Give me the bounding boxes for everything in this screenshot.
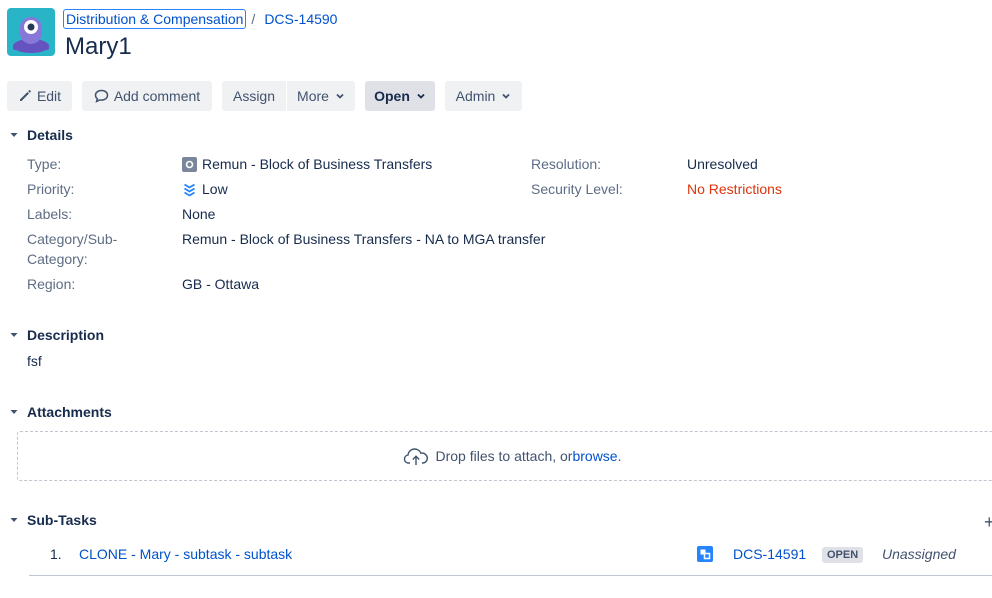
- category-label: Category/Sub- Category:: [27, 229, 117, 269]
- type-label: Type:: [27, 156, 62, 172]
- subtask-key-link[interactable]: DCS-14591: [733, 544, 806, 564]
- details-heading: Details: [27, 127, 73, 143]
- add-subtask-button[interactable]: +: [984, 512, 992, 532]
- labels-label: Labels:: [27, 206, 73, 222]
- priority-value-text: Low: [202, 181, 228, 197]
- drop-zone-text: Drop files to attach, or: [435, 448, 573, 464]
- cloud-upload-icon: [403, 448, 428, 465]
- chevron-down-icon: [502, 93, 510, 99]
- subtask-summary-link[interactable]: CLONE - Mary - subtask - subtask: [79, 544, 292, 564]
- category-label-line-2: Category:: [27, 251, 88, 267]
- region-value: GB - Ottawa: [182, 276, 260, 292]
- issue-type-icon: [182, 156, 197, 172]
- project-avatar-icon: [13, 17, 49, 53]
- security-level-label: Security Level:: [531, 181, 623, 197]
- add-comment-button[interactable]: Add comment: [82, 81, 212, 111]
- description-text[interactable]: fsf: [27, 351, 42, 371]
- subtasks-section-toggle[interactable]: Sub-Tasks: [7, 512, 97, 528]
- priority-low-icon: [182, 182, 197, 197]
- chevron-down-icon: [336, 93, 344, 99]
- breadcrumb-project-link[interactable]: Distribution & Compensation: [63, 8, 247, 29]
- edit-button-label: Edit: [36, 88, 62, 104]
- more-button[interactable]: More: [287, 81, 355, 111]
- subtask-status-badge[interactable]: OPEN: [822, 547, 864, 563]
- type-value-text: Remun - Block of Business Transfers: [202, 156, 433, 172]
- priority-value: Low: [182, 179, 228, 199]
- admin-button-label: Admin: [455, 88, 496, 104]
- chevron-down-icon: [417, 93, 425, 99]
- security-level-value: No Restrictions: [687, 181, 782, 197]
- more-button-label: More: [297, 88, 329, 104]
- status-open-button[interactable]: Open: [365, 81, 435, 111]
- chevron-down-icon: [7, 128, 21, 142]
- chevron-down-icon: [7, 513, 21, 527]
- resolution-label: Resolution:: [531, 156, 602, 172]
- details-section-toggle[interactable]: Details: [7, 127, 73, 143]
- priority-label: Priority:: [27, 181, 75, 197]
- type-value: Remun - Block of Business Transfers: [182, 154, 432, 174]
- assign-button[interactable]: Assign: [222, 81, 286, 111]
- attachments-heading: Attachments: [27, 404, 112, 420]
- pencil-icon: [19, 90, 31, 101]
- chevron-down-icon: [7, 405, 21, 419]
- breadcrumb-separator: /: [251, 10, 256, 27]
- issue-summary: Mary1: [65, 33, 132, 60]
- labels-value: None: [182, 206, 216, 222]
- chevron-down-icon: [7, 328, 21, 342]
- breadcrumb: Distribution & Compensation / DCS-14590: [63, 8, 337, 29]
- description-section-toggle[interactable]: Description: [7, 327, 104, 343]
- attachment-drop-zone[interactable]: Drop files to attach, or browse .: [17, 431, 992, 481]
- table-row: 1. CLONE - Mary - subtask - subtask DCS-…: [29, 540, 992, 576]
- add-comment-button-label: Add comment: [113, 88, 201, 104]
- admin-button[interactable]: Admin: [445, 81, 522, 111]
- subtask-index: 1.: [50, 546, 62, 562]
- description-heading: Description: [27, 327, 105, 343]
- category-value: Remun - Block of Business Transfers - NA…: [182, 231, 546, 247]
- resolution-value: Unresolved: [687, 156, 758, 172]
- project-avatar[interactable]: [7, 8, 55, 56]
- assign-button-label: Assign: [232, 88, 276, 104]
- edit-button[interactable]: Edit: [7, 81, 72, 111]
- comment-icon: [94, 89, 109, 103]
- attachments-section-toggle[interactable]: Attachments: [7, 404, 112, 420]
- subtasks-heading: Sub-Tasks: [27, 512, 97, 528]
- subtask-type-icon: [697, 546, 713, 565]
- status-button-label: Open: [374, 88, 410, 104]
- browse-link[interactable]: browse: [572, 448, 617, 464]
- breadcrumb-issue-key-link[interactable]: DCS-14590: [264, 11, 337, 27]
- category-label-line-1: Category/Sub-: [27, 231, 118, 247]
- region-label: Region:: [27, 276, 76, 292]
- drop-zone-period: .: [617, 448, 622, 464]
- subtask-assignee: Unassigned: [882, 546, 956, 562]
